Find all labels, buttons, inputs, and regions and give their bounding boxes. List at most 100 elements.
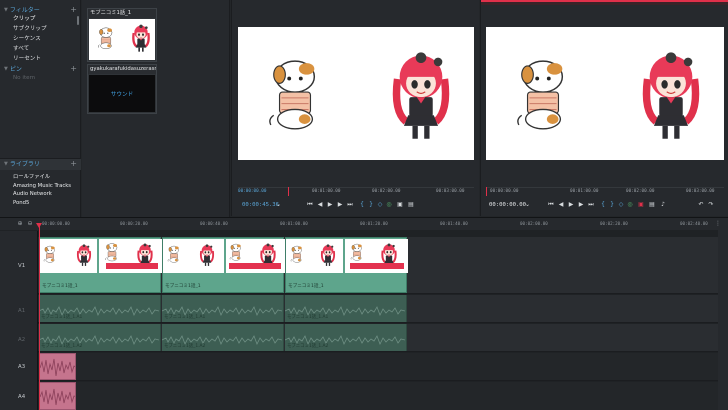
add-library-icon[interactable]: + bbox=[70, 159, 77, 168]
video-clip[interactable]: モブニコミ1話_1 bbox=[285, 237, 408, 293]
mark-in-icon[interactable]: { bbox=[599, 200, 607, 210]
collapse-triangle-icon[interactable]: ▼ bbox=[4, 7, 8, 13]
source-viewer: 00:00:00.00 00:01:00.00 00:02:00.00 00:0… bbox=[231, 0, 479, 216]
add-pin-icon[interactable]: + bbox=[70, 64, 77, 73]
play-icon[interactable]: ▶ bbox=[567, 200, 575, 210]
timeline-ruler[interactable]: 00:00:00.00 00:00:20.00 00:00:40.00 00:0… bbox=[38, 220, 718, 230]
overwrite-icon[interactable]: ▤ bbox=[407, 200, 415, 210]
timeline-tick-label: 00:00:20.00 bbox=[120, 221, 148, 226]
step-back-icon[interactable]: ◀ bbox=[316, 200, 324, 210]
filter-item-subclip[interactable]: サブクリップ bbox=[0, 24, 81, 34]
timeline-vertical-scrollbar[interactable] bbox=[718, 230, 728, 410]
go-to-end-icon[interactable]: ⏭ bbox=[346, 200, 354, 210]
audio-waveform bbox=[40, 388, 75, 406]
timeline-tick-label: 00:02:00.00 bbox=[520, 221, 548, 226]
play-icon[interactable]: ▶ bbox=[326, 200, 334, 210]
record-frame-image bbox=[517, 27, 724, 160]
timeline-tick-label: 00:01:00.00 bbox=[280, 221, 308, 226]
zoom-out-icon[interactable]: ⊖ bbox=[26, 219, 34, 229]
step-back-icon[interactable]: ◀ bbox=[557, 200, 565, 210]
collapse-triangle-icon[interactable]: ▼ bbox=[4, 66, 8, 72]
add-marker-icon[interactable]: ◎ bbox=[626, 200, 634, 210]
source-timecode[interactable]: 00:00:45.36 bbox=[242, 202, 279, 208]
go-to-start-icon[interactable]: ⏮ bbox=[306, 200, 314, 210]
clear-marks-icon[interactable]: ◇ bbox=[617, 200, 625, 210]
library-item-audio-network[interactable]: Audio Network bbox=[0, 190, 71, 199]
collapse-triangle-icon[interactable]: ▼ bbox=[4, 161, 8, 167]
bin-clip-thumbnail bbox=[89, 19, 155, 60]
bin-clip-title: gyakukarafukidasuzerasmps bbox=[88, 65, 156, 74]
chevron-down-icon[interactable]: ⌄ bbox=[525, 200, 530, 210]
audio-clip-label: モブニコミ1話_1.A2 bbox=[41, 344, 83, 349]
insert-icon[interactable]: ▣ bbox=[396, 200, 404, 210]
mark-out-icon[interactable]: } bbox=[608, 200, 616, 210]
clear-marks-icon[interactable]: ◇ bbox=[376, 200, 384, 210]
record-ruler[interactable]: 00:00:00.00 00:01:00.00 00:02:00.00 00:0… bbox=[486, 187, 724, 196]
timeline-tick-label: 00:02:40.00 bbox=[680, 221, 708, 226]
lift-icon[interactable]: ▣ bbox=[637, 200, 645, 210]
track-name-a1[interactable]: A1 bbox=[18, 308, 25, 314]
pins-header[interactable]: ▼ ピン + bbox=[0, 64, 81, 73]
chevron-down-icon[interactable]: ⌄ bbox=[276, 200, 281, 210]
source-ruler[interactable]: 00:00:00.00 00:01:00.00 00:02:00.00 00:0… bbox=[238, 187, 474, 196]
audio-clip[interactable]: モブニコミ1話_1.A2 bbox=[162, 324, 284, 351]
bin-clip-title: モブニコミ1話_1 bbox=[88, 9, 156, 18]
project-panel: ▼ フィルター + クリップ サブクリップ シーケンス すべて リーセント ▼ … bbox=[0, 0, 81, 228]
go-to-start-icon[interactable]: ⏮ bbox=[547, 200, 555, 210]
step-forward-icon[interactable]: ▶ bbox=[577, 200, 585, 210]
video-clip[interactable]: モブニコミ1話_1 bbox=[39, 237, 162, 293]
source-viewer-screen[interactable] bbox=[238, 27, 474, 160]
audio-clip-label: モブニコミ1話_1.A1 bbox=[287, 315, 329, 320]
ruler-label: 00:03:00.00 bbox=[686, 189, 715, 194]
ruler-label: 00:01:00.00 bbox=[312, 189, 341, 194]
audio-clip[interactable]: モブニコミ1話_1.A1 bbox=[162, 295, 284, 322]
audio-icon[interactable]: ♪ bbox=[659, 200, 667, 210]
filter-item-sequence[interactable]: シーケンス bbox=[0, 34, 81, 44]
library-item-amazing-music[interactable]: Amazing Music Tracks bbox=[0, 182, 71, 191]
timeline-playhead[interactable] bbox=[39, 226, 40, 410]
timeline-tick-label: 00:00:00.00 bbox=[42, 221, 70, 226]
filter-item-clip[interactable]: クリップ bbox=[0, 14, 81, 24]
add-filter-icon[interactable]: + bbox=[70, 5, 77, 14]
step-forward-icon[interactable]: ▶ bbox=[336, 200, 344, 210]
record-viewer-screen[interactable] bbox=[486, 27, 724, 160]
track-name-a4[interactable]: A4 bbox=[18, 394, 25, 400]
audio-clip[interactable]: モブニコミ1話_1.A2 bbox=[39, 324, 161, 351]
library-item-rollfile[interactable]: ロールファイル bbox=[0, 173, 71, 182]
ruler-label: 00:00:00.00 bbox=[238, 189, 267, 194]
track-name-v1[interactable]: V1 bbox=[18, 263, 25, 269]
filter-item-all[interactable]: すべて bbox=[0, 44, 81, 54]
bin-clip-video[interactable]: モブニコミ1話_1 bbox=[87, 8, 157, 62]
pink-audio-clip[interactable] bbox=[39, 382, 76, 410]
undo-icon[interactable]: ↶ bbox=[697, 200, 705, 210]
pink-audio-clip[interactable] bbox=[39, 353, 76, 380]
library-header[interactable]: ▼ ライブラリ + bbox=[0, 159, 81, 168]
mark-out-icon[interactable]: } bbox=[367, 200, 375, 210]
source-playhead[interactable] bbox=[288, 187, 289, 196]
video-clip[interactable]: モブニコミ1話_1 bbox=[162, 237, 285, 293]
zoom-in-icon[interactable]: ⊕ bbox=[16, 219, 24, 229]
track-name-a2[interactable]: A2 bbox=[18, 337, 25, 343]
library-item-pond5[interactable]: Pond5 bbox=[0, 199, 71, 208]
record-timecode[interactable]: 00:00:00.00 bbox=[489, 202, 526, 208]
redo-icon[interactable]: ↷ bbox=[707, 200, 715, 210]
filter-header[interactable]: ▼ フィルター + bbox=[0, 5, 81, 14]
audio-clip[interactable]: モブニコミ1話_1.A1 bbox=[39, 295, 161, 322]
extract-icon[interactable]: ▤ bbox=[648, 200, 656, 210]
filter-scrollbar[interactable] bbox=[77, 16, 79, 25]
track-name-a3[interactable]: A3 bbox=[18, 364, 25, 370]
mark-in-icon[interactable]: { bbox=[358, 200, 366, 210]
bin-clip-audio[interactable]: gyakukarafukidasuzerasmps サウンド bbox=[87, 64, 157, 114]
ruler-label: 00:01:00.00 bbox=[570, 189, 599, 194]
filter-item-recent[interactable]: リーセント bbox=[0, 54, 81, 64]
record-playhead[interactable] bbox=[486, 187, 487, 196]
timeline-toolbar: ⊕ ⊖ ⋮ 00:00:00.00 00:00:20.00 00:00:40.0… bbox=[0, 218, 728, 230]
audio-clip[interactable]: モブニコミ1話_1.A1 bbox=[285, 295, 407, 322]
timeline-tick-label: 00:01:20.00 bbox=[360, 221, 388, 226]
go-to-end-icon[interactable]: ⏭ bbox=[587, 200, 595, 210]
library-header-label: ライブラリ bbox=[9, 161, 40, 168]
sound-label: サウンド bbox=[110, 91, 134, 98]
pins-empty-text: No item bbox=[13, 75, 36, 81]
add-marker-icon[interactable]: ◎ bbox=[385, 200, 393, 210]
audio-clip[interactable]: モブニコミ1話_1.A2 bbox=[285, 324, 407, 351]
